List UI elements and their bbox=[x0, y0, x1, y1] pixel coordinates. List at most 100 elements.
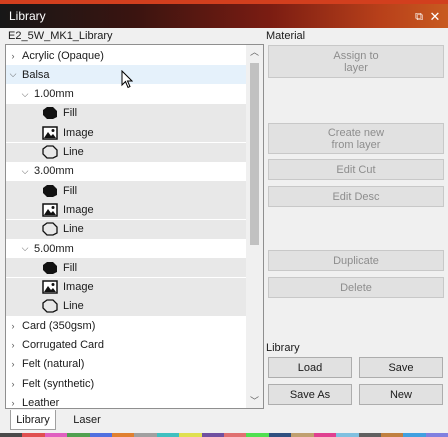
restore-icon[interactable]: ⧉ bbox=[412, 10, 426, 24]
color-swatch bbox=[44, 433, 68, 437]
tree-item[interactable]: › Card (350gsm) bbox=[6, 316, 247, 335]
line-icon bbox=[42, 145, 58, 159]
color-strip bbox=[0, 433, 448, 437]
chevron-down-icon[interactable]: ⌵ bbox=[20, 243, 30, 254]
tree-item[interactable]: › Felt (synthetic) bbox=[6, 374, 247, 393]
tree-item-label: Leather bbox=[22, 396, 60, 409]
title-bar: Library ⧉ ✕ bbox=[0, 0, 448, 28]
tree-item[interactable]: ⌵ 5.00mm bbox=[6, 239, 247, 258]
color-swatch bbox=[268, 433, 292, 437]
material-setting-item[interactable]: Fill bbox=[6, 258, 247, 278]
color-swatch bbox=[246, 433, 269, 437]
tab-laser[interactable]: Laser bbox=[66, 410, 108, 430]
image-icon bbox=[42, 203, 58, 217]
material-setting-item[interactable]: Line bbox=[6, 142, 247, 162]
chevron-right-icon[interactable]: › bbox=[8, 379, 18, 389]
tree-item[interactable]: › Felt (natural) bbox=[6, 355, 247, 374]
color-swatch bbox=[22, 433, 45, 437]
tree-item[interactable]: › Acrylic (Opaque) bbox=[6, 46, 247, 65]
chevron-down-icon[interactable]: ⌵ bbox=[20, 89, 30, 100]
fill-icon bbox=[42, 184, 58, 198]
chevron-right-icon[interactable]: › bbox=[8, 340, 18, 350]
load-button[interactable]: Load bbox=[268, 357, 352, 378]
color-swatch bbox=[67, 433, 90, 437]
tree-item-label: Acrylic (Opaque) bbox=[22, 49, 104, 62]
tree-item-label: Fill bbox=[63, 261, 78, 274]
assign-to-layer-button[interactable]: Assign to layer bbox=[268, 45, 444, 78]
line-icon bbox=[42, 222, 58, 236]
mouse-cursor-icon bbox=[121, 70, 133, 89]
close-icon[interactable]: ✕ bbox=[428, 10, 442, 24]
material-setting-item[interactable]: Image bbox=[6, 200, 247, 220]
color-swatch bbox=[224, 433, 247, 437]
image-icon bbox=[42, 125, 58, 140]
chevron-right-icon[interactable]: › bbox=[8, 359, 18, 369]
tree-item-label: Line bbox=[63, 223, 84, 236]
duplicate-button[interactable]: Duplicate bbox=[268, 250, 444, 271]
create-new-from-layer-button[interactable]: Create new from layer bbox=[268, 123, 444, 154]
fill-icon bbox=[42, 261, 58, 275]
material-setting-item[interactable]: Image bbox=[6, 123, 247, 143]
new-button[interactable]: New bbox=[359, 384, 443, 405]
tab-library[interactable]: Library bbox=[10, 410, 56, 430]
color-swatch bbox=[313, 433, 337, 437]
color-swatch bbox=[380, 433, 404, 437]
color-swatch bbox=[336, 433, 359, 437]
tree-item-label: Card (350gsm) bbox=[22, 319, 96, 332]
color-swatch bbox=[201, 433, 225, 437]
library-name: E2_5W_MK1_Library bbox=[8, 30, 113, 42]
chevron-down-icon[interactable]: ⌵ bbox=[8, 69, 18, 80]
tree-item-label: Felt (natural) bbox=[22, 358, 85, 371]
tree-item-label: Fill bbox=[63, 184, 78, 197]
material-section-label: Material bbox=[266, 30, 306, 42]
scroll-down-icon[interactable]: ﹀ bbox=[246, 394, 263, 408]
save-as-button[interactable]: Save As bbox=[268, 384, 352, 405]
save-button[interactable]: Save bbox=[359, 357, 443, 378]
tree-item-label: Felt (synthetic) bbox=[22, 377, 95, 390]
color-swatch bbox=[403, 433, 426, 437]
color-swatch bbox=[358, 433, 381, 437]
tree-item-label: Image bbox=[63, 281, 94, 294]
color-swatch bbox=[0, 433, 23, 437]
material-setting-item[interactable]: Fill bbox=[6, 181, 247, 201]
material-setting-item[interactable]: Image bbox=[6, 277, 247, 297]
chevron-down-icon[interactable]: ⌵ bbox=[20, 166, 30, 177]
material-tree[interactable]: › Acrylic (Opaque) ⌵ Balsa ⌵ 1.00mm Fill Image L… bbox=[5, 44, 264, 409]
color-swatch bbox=[179, 433, 202, 437]
delete-button[interactable]: Delete bbox=[268, 277, 444, 298]
tree-item-label: Fill bbox=[63, 107, 78, 120]
image-icon bbox=[42, 280, 58, 294]
color-swatch bbox=[89, 433, 113, 437]
material-setting-item[interactable]: Line bbox=[6, 296, 247, 316]
color-swatch bbox=[134, 433, 157, 437]
chevron-right-icon[interactable]: › bbox=[8, 321, 18, 331]
tree-item-label: 5.00mm bbox=[34, 242, 74, 255]
tree-item-label: Line bbox=[63, 300, 84, 313]
library-section-label: Library bbox=[266, 342, 300, 354]
color-swatch bbox=[156, 433, 180, 437]
fill-icon bbox=[42, 106, 58, 120]
line-icon bbox=[42, 299, 58, 314]
edit-cut-button[interactable]: Edit Cut bbox=[268, 159, 444, 180]
tree-item[interactable]: › Corrugated Card bbox=[6, 336, 247, 355]
tree-item-label: Line bbox=[63, 146, 84, 158]
tree-item-label: 3.00mm bbox=[34, 165, 74, 178]
bottom-tabs: Library Laser bbox=[0, 410, 448, 430]
material-setting-item[interactable]: Fill bbox=[6, 103, 247, 123]
material-setting-item[interactable]: Line bbox=[6, 219, 247, 239]
tree-item[interactable]: ⌵ 3.00mm bbox=[6, 162, 247, 181]
tree-scrollbar[interactable]: ︿ ﹀ bbox=[246, 45, 263, 408]
scroll-up-icon[interactable]: ︿ bbox=[246, 45, 263, 59]
color-swatch bbox=[112, 433, 135, 437]
scroll-thumb[interactable] bbox=[250, 63, 259, 245]
tree-item-label: Image bbox=[63, 126, 94, 139]
color-swatch bbox=[425, 433, 448, 437]
tree-item-label: 1.00mm bbox=[34, 88, 74, 101]
chevron-right-icon[interactable]: › bbox=[8, 398, 18, 408]
window-title: Library bbox=[9, 9, 46, 23]
tree-item-label: Balsa bbox=[22, 68, 50, 81]
edit-desc-button[interactable]: Edit Desc bbox=[268, 186, 444, 207]
tree-item[interactable]: › Leather bbox=[6, 393, 247, 409]
chevron-right-icon[interactable]: › bbox=[8, 51, 18, 61]
tree-item-label: Image bbox=[63, 203, 94, 216]
